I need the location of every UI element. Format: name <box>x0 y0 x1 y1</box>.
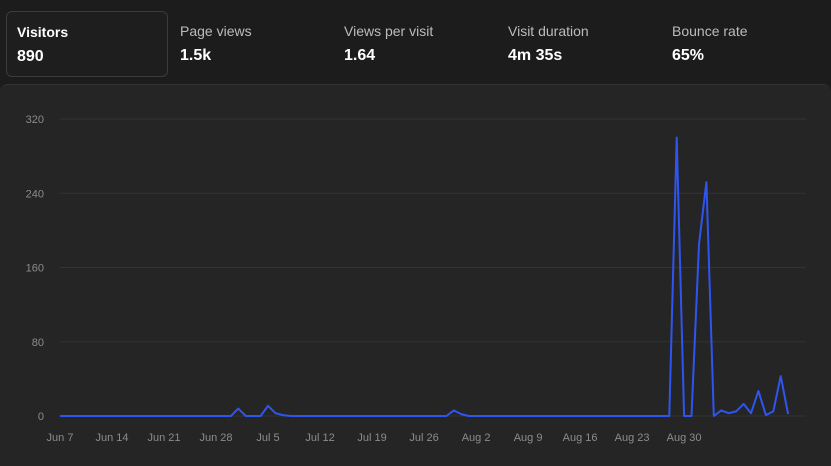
y-tick-label: 240 <box>26 188 44 200</box>
x-tick-label: Jun 7 <box>47 432 74 444</box>
x-tick-label: Jul 5 <box>256 432 279 444</box>
y-tick-label: 80 <box>32 337 44 349</box>
x-tick-label: Jun 21 <box>148 432 181 444</box>
x-tick-label: Aug 9 <box>514 432 543 444</box>
chart-x-axis: Jun 7 Jun 14 Jun 21 Jun 28 Jul 5 Jul 12 Jul 19… <box>47 432 702 444</box>
x-tick-label: Jul 19 <box>357 432 386 444</box>
chart-y-axis: 0 80 160 240 320 <box>26 114 44 423</box>
visitors-line-chart: 0 80 160 240 320 Jun 7 Jun 14 Jun 21 Jun 28 Jul … <box>26 114 806 444</box>
x-tick-label: Aug 16 <box>563 432 598 444</box>
x-tick-label: Jun 28 <box>200 432 233 444</box>
y-tick-label: 320 <box>26 114 44 126</box>
x-tick-label: Aug 30 <box>667 432 702 444</box>
x-tick-label: Jul 12 <box>305 432 334 444</box>
visitors-series-line <box>60 136 790 417</box>
y-tick-label: 0 <box>38 411 44 423</box>
x-tick-label: Jun 14 <box>95 432 128 444</box>
x-tick-label: Jul 26 <box>409 432 438 444</box>
y-tick-label: 160 <box>26 263 44 275</box>
x-tick-label: Aug 2 <box>462 432 491 444</box>
x-tick-label: Aug 23 <box>615 432 650 444</box>
